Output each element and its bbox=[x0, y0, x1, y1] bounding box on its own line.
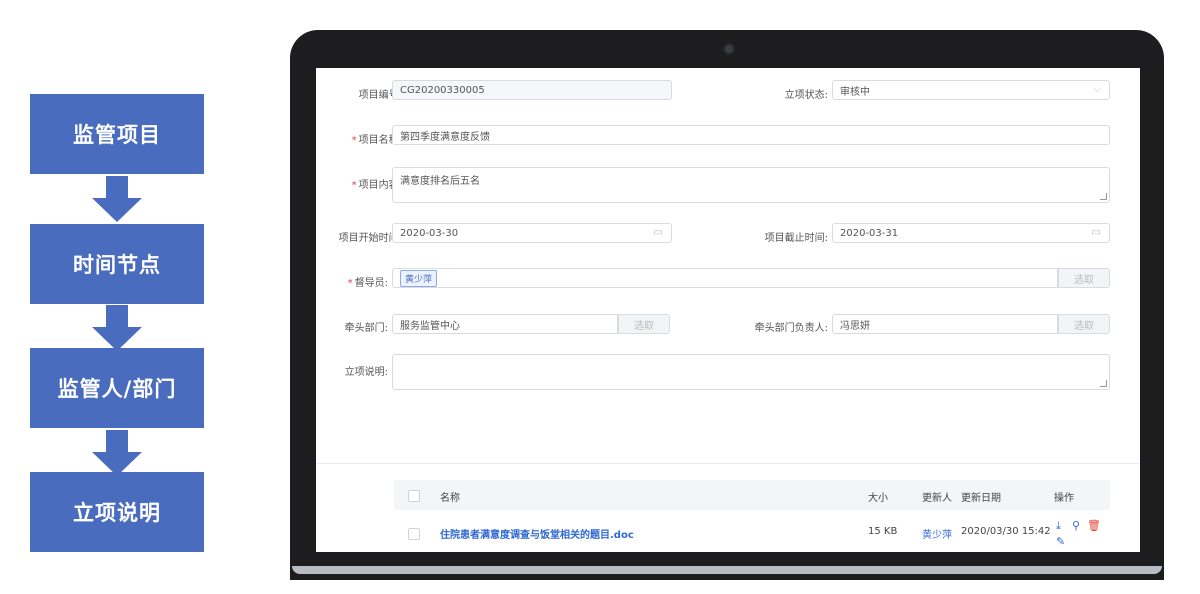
flow-step-supervisor: 监管人/部门 bbox=[30, 348, 204, 428]
end-time-label: 项目截止时间: bbox=[764, 233, 828, 244]
flow-step-project: 监管项目 bbox=[30, 94, 204, 174]
description-textarea[interactable] bbox=[392, 354, 1110, 390]
section-divider bbox=[316, 463, 1140, 464]
end-time-value: 2020-03-31 bbox=[840, 227, 899, 239]
table-row: 住院患者满意度调查与饭堂相关的题目.doc 15 KB 黄少萍 2020/03/… bbox=[394, 510, 1110, 552]
start-time-value: 2020-03-30 bbox=[400, 227, 459, 239]
col-name-header: 名称 bbox=[440, 493, 460, 504]
edit-icon[interactable]: ✎ bbox=[1056, 535, 1065, 548]
resize-handle-icon[interactable] bbox=[1100, 193, 1107, 200]
lead-person-label: 牵头部门负责人: bbox=[754, 323, 828, 334]
col-date-header: 更新日期 bbox=[961, 493, 1001, 504]
lead-person-input: 冯思妍 bbox=[832, 314, 1058, 334]
col-size-header: 大小 bbox=[868, 493, 888, 504]
lead-person-pick-button[interactable]: 选取 bbox=[1058, 314, 1110, 334]
supervisor-pick-button[interactable]: 选取 bbox=[1058, 268, 1110, 288]
lead-dept-label: 牵头部门: bbox=[344, 323, 388, 334]
camera-icon bbox=[725, 45, 733, 53]
project-no-input: CG20200330005 bbox=[392, 80, 672, 100]
preview-icon[interactable]: ⚲ bbox=[1072, 519, 1080, 532]
supervisor-input: 黄少萍 bbox=[392, 268, 1058, 288]
download-icon[interactable]: ⤓ bbox=[1056, 519, 1061, 533]
delete-icon[interactable]: 🗑 bbox=[1087, 519, 1101, 532]
select-all-checkbox[interactable] bbox=[408, 490, 420, 502]
app-screen: 项目编号: CG20200330005 立项状态: 审核中 ⌵ * 项目名称: 第… bbox=[316, 68, 1140, 552]
laptop-base bbox=[292, 566, 1162, 574]
project-name-value: 第四季度满意度反馈 bbox=[400, 131, 490, 143]
description-label: 立项说明: bbox=[344, 367, 388, 378]
end-time-picker[interactable]: 2020-03-31 ▭ bbox=[832, 223, 1110, 243]
flow-step-description: 立项说明 bbox=[30, 472, 204, 552]
required-mark: * bbox=[347, 278, 353, 289]
flow-arrow-down-icon bbox=[92, 305, 142, 351]
status-select[interactable]: 审核中 ⌵ bbox=[832, 80, 1110, 100]
project-content-value: 满意度排名后五名 bbox=[400, 176, 480, 187]
project-content-textarea[interactable]: 满意度排名后五名 bbox=[392, 167, 1110, 203]
lead-dept-input: 服务监管中心 bbox=[392, 314, 618, 334]
col-actions-header: 操作 bbox=[1054, 493, 1074, 504]
status-label: 立项状态: bbox=[784, 90, 828, 101]
calendar-icon[interactable]: ▭ bbox=[1092, 227, 1101, 238]
required-mark: * bbox=[351, 135, 357, 146]
project-no-value: CG20200330005 bbox=[400, 84, 485, 96]
attachment-table-header: 名称 大小 更新人 更新日期 操作 bbox=[394, 480, 1110, 510]
row-checkbox[interactable] bbox=[408, 528, 420, 540]
supervisor-label-text: 督导员: bbox=[354, 278, 388, 289]
calendar-icon[interactable]: ▭ bbox=[654, 227, 663, 238]
flow-arrow-down-icon bbox=[92, 176, 142, 222]
resize-handle-icon[interactable] bbox=[1100, 380, 1107, 387]
chevron-down-icon: ⌵ bbox=[1093, 84, 1101, 95]
lead-dept-value: 服务监管中心 bbox=[400, 320, 460, 332]
status-value: 审核中 bbox=[840, 86, 870, 98]
required-mark: * bbox=[351, 180, 357, 191]
file-date: 2020/03/30 15:42 bbox=[961, 526, 1051, 537]
project-name-input[interactable]: 第四季度满意度反馈 bbox=[392, 125, 1110, 145]
flow-step-time: 时间节点 bbox=[30, 224, 204, 304]
lead-person-value: 冯思妍 bbox=[840, 320, 870, 332]
file-updater-link[interactable]: 黄少萍 bbox=[922, 526, 952, 541]
flow-arrow-down-icon bbox=[92, 430, 142, 476]
lead-dept-pick-button[interactable]: 选取 bbox=[618, 314, 670, 334]
supervisor-tag[interactable]: 黄少萍 bbox=[400, 269, 438, 287]
start-time-picker[interactable]: 2020-03-30 ▭ bbox=[392, 223, 672, 243]
supervisor-label: * 督导员: bbox=[348, 274, 388, 289]
col-updater-header: 更新人 bbox=[922, 493, 952, 504]
file-name-link[interactable]: 住院患者满意度调查与饭堂相关的题目.doc bbox=[440, 526, 634, 541]
file-size: 15 KB bbox=[868, 526, 898, 537]
